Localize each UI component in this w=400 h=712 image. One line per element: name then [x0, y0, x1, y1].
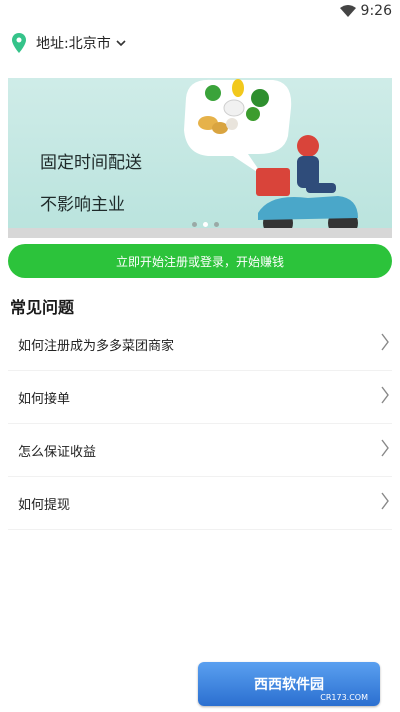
chevron-right-icon	[381, 333, 389, 351]
carousel-dot-active[interactable]	[203, 222, 208, 227]
banner-road	[8, 228, 392, 238]
register-login-button[interactable]: 立即开始注册或登录，开始赚钱	[8, 244, 392, 278]
faq-item-label: 如何提现	[18, 497, 71, 513]
location-pin-icon	[12, 33, 26, 53]
faq-item-withdraw[interactable]: 如何提现	[8, 477, 392, 530]
carousel-indicator	[192, 222, 219, 227]
watermark-sub: CR173.COM	[320, 693, 368, 702]
address-label: 地址:北京市	[36, 36, 111, 52]
faq-item-label: 如何注册成为多多菜团商家	[18, 338, 175, 354]
status-bar: 9:26	[0, 0, 400, 24]
carousel-dot[interactable]	[192, 222, 197, 227]
chevron-right-icon	[381, 492, 389, 510]
faq-item-label: 怎么保证收益	[18, 444, 97, 460]
banner-line-1: 固定时间配送	[40, 153, 142, 173]
faq-item-register[interactable]: 如何注册成为多多菜团商家	[8, 318, 392, 371]
address-selector[interactable]: 地址:北京市	[0, 28, 400, 58]
status-time: 9:26	[360, 3, 392, 19]
banner-line-2: 不影响主业	[40, 195, 125, 215]
faq-item-earnings[interactable]: 怎么保证收益	[8, 424, 392, 477]
chevron-down-icon	[116, 40, 126, 47]
faq-list: 如何注册成为多多菜团商家 如何接单 怎么保证收益 如何提现	[0, 318, 400, 530]
faq-title: 常见问题	[10, 298, 75, 317]
chevron-right-icon	[381, 439, 389, 457]
faq-item-accept-orders[interactable]: 如何接单	[8, 371, 392, 424]
wifi-icon	[340, 5, 356, 17]
carousel-dot[interactable]	[214, 222, 219, 227]
promo-banner[interactable]: 固定时间配送 不影响主业	[8, 78, 392, 238]
chevron-right-icon	[381, 386, 389, 404]
faq-item-label: 如何接单	[18, 391, 71, 407]
watermark-logo: 西西软件园 CR173.COM	[198, 662, 380, 706]
watermark-label: 西西软件园	[254, 677, 324, 693]
